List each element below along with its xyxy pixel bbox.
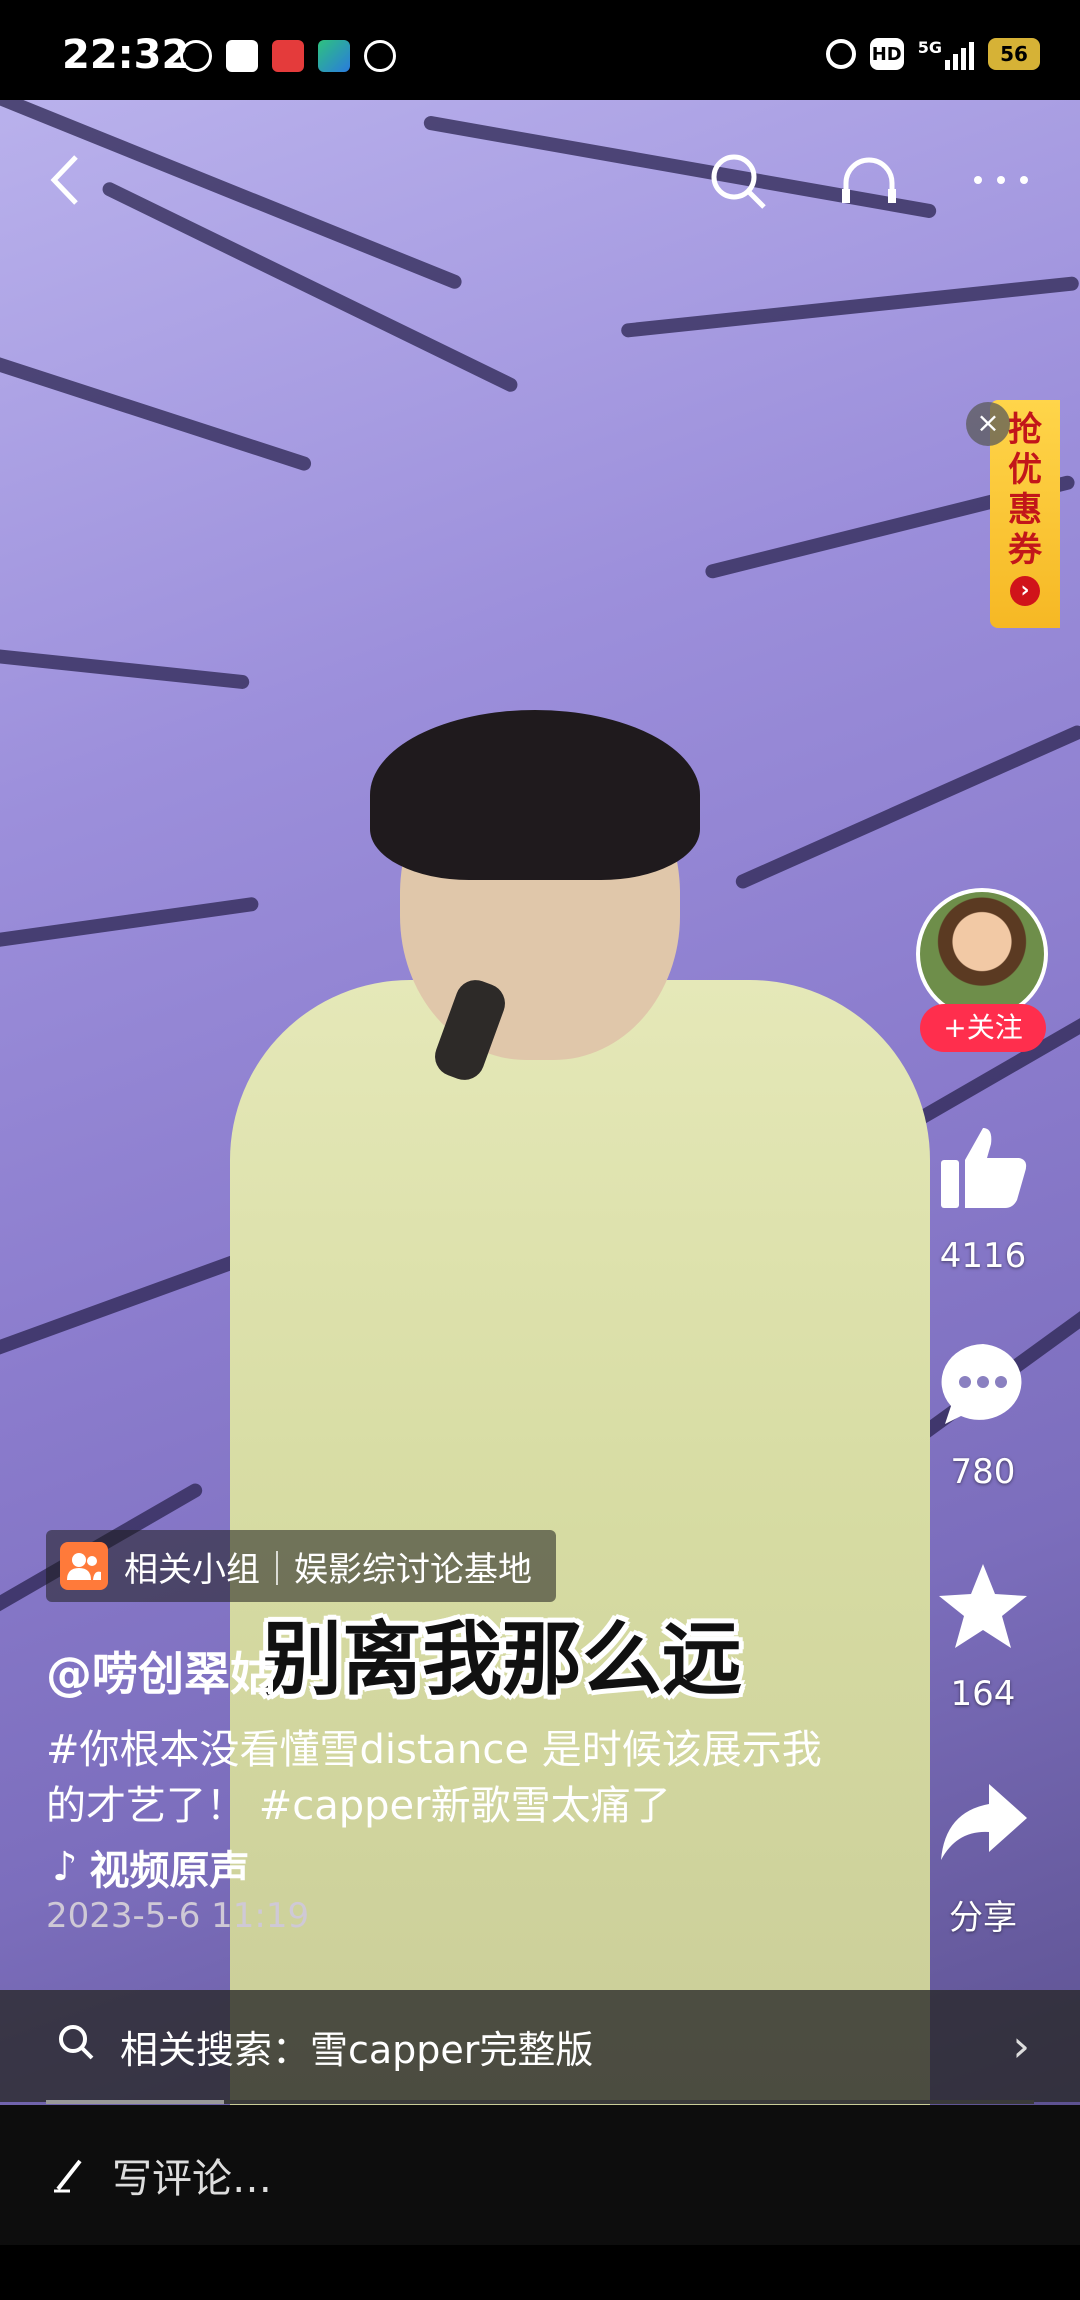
chevron-right-icon: › (1012, 2020, 1030, 2072)
status-bar: 22:32 HD 5G 56 (0, 0, 1080, 100)
progress-fill (46, 2100, 224, 2104)
pen-icon (50, 2155, 90, 2195)
related-search-label: 相关搜索：雪capper完整版 (120, 2027, 594, 2072)
app-icon (364, 40, 396, 72)
toutiao-app-icon (226, 40, 258, 72)
singer-hair (370, 710, 700, 880)
headphones-icon[interactable] (834, 145, 904, 215)
group-label: 相关小组｜娱影综讨论基地 (124, 1549, 532, 1590)
notification-icon (180, 40, 212, 72)
like-icon[interactable] (933, 1118, 1033, 1218)
video-subtitle: 别离我那么远 (262, 1613, 742, 1706)
share-label: 分享 (949, 1898, 1017, 1938)
app-icon (318, 40, 350, 72)
comment-count: 780 (950, 1452, 1016, 1492)
star-icon[interactable] (933, 1556, 1033, 1656)
close-icon[interactable]: × (966, 402, 1010, 446)
signal-icon: 5G (918, 38, 974, 70)
hd-badge: HD (869, 38, 904, 70)
app-icon (272, 40, 304, 72)
comment-icon[interactable] (933, 1334, 1033, 1434)
more-icon[interactable] (966, 145, 1036, 215)
sound-label: 视频原声 (89, 1848, 250, 1894)
avatar[interactable] (916, 888, 1048, 1020)
search-icon[interactable] (702, 145, 772, 215)
alarm-icon (825, 39, 856, 69)
network-label: 5G (917, 38, 942, 57)
post-date: 2023-5-6 11:19 (46, 1896, 310, 1936)
system-nav-bar (0, 2245, 1080, 2300)
share-icon[interactable] (933, 1772, 1033, 1872)
video-description[interactable]: #你根本没看懂雪distance 是时候该展示我的才艺了！ #capper新歌雪… (46, 1722, 846, 1834)
video-progress-bar[interactable] (46, 2100, 1034, 2104)
battery-icon: 56 (988, 38, 1040, 70)
chevron-right-icon: › (1010, 576, 1040, 606)
search-icon (56, 2022, 96, 2071)
coupon-text: 抢优惠券 (1008, 410, 1042, 570)
favorite-count: 164 (950, 1674, 1016, 1714)
music-note-icon: ♪ (52, 1844, 78, 1890)
author-username[interactable]: @唠创翠姑 (46, 1638, 276, 1704)
comment-bar[interactable]: 写评论… (0, 2105, 1080, 2245)
related-search-bar[interactable]: 相关搜索：雪capper完整版 › (0, 1990, 1080, 2102)
sound-link[interactable]: ♪ 视频原声 (52, 1838, 250, 1896)
like-count: 4116 (939, 1236, 1027, 1276)
status-indicators: HD 5G 56 (825, 38, 1040, 70)
group-icon (60, 1542, 108, 1590)
back-arrow-icon[interactable] (34, 145, 104, 215)
status-time: 22:32 (62, 32, 190, 78)
follow-button[interactable]: +关注 (920, 1004, 1046, 1052)
comment-input[interactable]: 写评论… (112, 2146, 272, 2204)
related-group-chip[interactable]: 相关小组｜娱影综讨论基地 (46, 1530, 556, 1602)
